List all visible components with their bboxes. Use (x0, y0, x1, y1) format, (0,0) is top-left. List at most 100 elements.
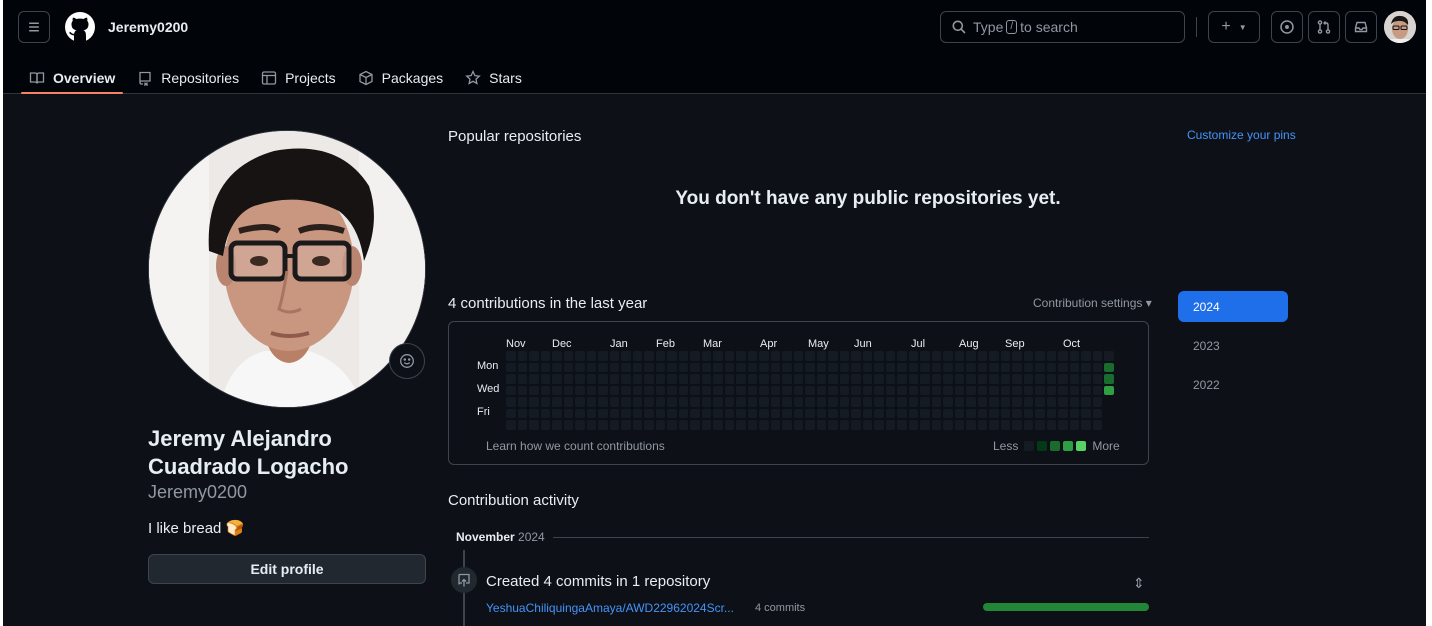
contribution-cell[interactable] (506, 374, 516, 384)
contribution-cell[interactable] (862, 397, 872, 407)
contribution-cell[interactable] (586, 420, 596, 430)
contribution-cell[interactable] (540, 374, 550, 384)
contribution-cell[interactable] (540, 397, 550, 407)
contribution-cell[interactable] (1092, 385, 1102, 395)
activity-commit-count[interactable]: 4 commits (755, 602, 805, 614)
contribution-cell[interactable] (747, 351, 757, 361)
contribution-cell[interactable] (621, 385, 631, 395)
contribution-cell[interactable] (713, 420, 723, 430)
contribution-cell[interactable] (1023, 362, 1033, 372)
contribution-cell[interactable] (1000, 351, 1010, 361)
contribution-cell[interactable] (1081, 420, 1091, 430)
contribution-cell[interactable] (759, 397, 769, 407)
contribution-cell[interactable] (828, 397, 838, 407)
contribution-cell[interactable] (770, 362, 780, 372)
contribution-cell[interactable] (1058, 408, 1068, 418)
contribution-cell[interactable] (667, 385, 677, 395)
contribution-cell[interactable] (897, 385, 907, 395)
contribution-cell[interactable] (874, 408, 884, 418)
contribution-settings-dropdown[interactable]: Contribution settings ▾ (1033, 296, 1152, 310)
contribution-cell[interactable] (920, 351, 930, 361)
contribution-cell[interactable] (747, 374, 757, 384)
contribution-cell[interactable] (1035, 397, 1045, 407)
contribution-cell[interactable] (529, 397, 539, 407)
contribution-cell[interactable] (989, 351, 999, 361)
contribution-cell[interactable] (632, 374, 642, 384)
contribution-cell[interactable] (943, 420, 953, 430)
header-username[interactable]: Jeremy0200 (108, 19, 188, 35)
contribution-cell[interactable] (529, 351, 539, 361)
contribution-cell[interactable] (701, 420, 711, 430)
contribution-cell[interactable] (954, 420, 964, 430)
contribution-cell[interactable] (885, 397, 895, 407)
contribution-cell[interactable] (966, 351, 976, 361)
contribution-cell[interactable] (897, 374, 907, 384)
contribution-cell[interactable] (1069, 374, 1079, 384)
contribution-cell[interactable] (1092, 408, 1102, 418)
contribution-cell[interactable] (552, 351, 562, 361)
contribution-cell[interactable] (851, 385, 861, 395)
contribution-cell[interactable] (1046, 420, 1056, 430)
contribution-cell[interactable] (736, 362, 746, 372)
contribution-cell[interactable] (885, 362, 895, 372)
contribution-cell[interactable] (1000, 385, 1010, 395)
contribution-cell[interactable] (885, 351, 895, 361)
contribution-cell[interactable] (862, 408, 872, 418)
contribution-cell[interactable] (736, 385, 746, 395)
contribution-cell[interactable] (621, 397, 631, 407)
contribution-cell[interactable] (770, 374, 780, 384)
contribution-cell[interactable] (517, 408, 527, 418)
contribution-cell[interactable] (667, 374, 677, 384)
contribution-cell[interactable] (782, 385, 792, 395)
contribution-cell[interactable] (839, 420, 849, 430)
contribution-cell[interactable] (862, 374, 872, 384)
contribution-cell[interactable] (1012, 420, 1022, 430)
contribution-cell[interactable] (540, 420, 550, 430)
contribution-cell[interactable] (552, 420, 562, 430)
contribution-cell[interactable] (885, 408, 895, 418)
contribution-cell[interactable] (1035, 374, 1045, 384)
contribution-cell[interactable] (920, 397, 930, 407)
contribution-cell[interactable] (759, 408, 769, 418)
user-avatar-menu[interactable] (1384, 11, 1416, 43)
contribution-cell[interactable] (782, 420, 792, 430)
contribution-cell[interactable] (1092, 351, 1102, 361)
contribution-cell[interactable] (1058, 374, 1068, 384)
contribution-cell[interactable] (632, 408, 642, 418)
contribution-cell[interactable] (908, 351, 918, 361)
activity-repo-link[interactable]: YeshuaChiliquingaAmaya/AWD22962024Scr... (486, 601, 734, 615)
contribution-cell[interactable] (713, 362, 723, 372)
contribution-cell[interactable] (782, 408, 792, 418)
contribution-cell[interactable] (1000, 408, 1010, 418)
contribution-cell[interactable] (977, 397, 987, 407)
contribution-cell[interactable] (1092, 397, 1102, 407)
issues-button[interactable] (1271, 11, 1303, 43)
contribution-cell[interactable] (1104, 362, 1114, 372)
contribution-cell[interactable] (517, 351, 527, 361)
contribution-cell[interactable] (851, 397, 861, 407)
contribution-cell[interactable] (586, 385, 596, 395)
contribution-cell[interactable] (954, 362, 964, 372)
contribution-cell[interactable] (1069, 385, 1079, 395)
contribution-cell[interactable] (816, 397, 826, 407)
contribution-cell[interactable] (989, 420, 999, 430)
contribution-cell[interactable] (1023, 351, 1033, 361)
contribution-cell[interactable] (736, 351, 746, 361)
contribution-cell[interactable] (816, 385, 826, 395)
contribution-cell[interactable] (563, 420, 573, 430)
contribution-cell[interactable] (954, 385, 964, 395)
contribution-cell[interactable] (1092, 420, 1102, 430)
contribution-cell[interactable] (966, 362, 976, 372)
contribution-cell[interactable] (954, 374, 964, 384)
contribution-cell[interactable] (713, 351, 723, 361)
contribution-cell[interactable] (644, 351, 654, 361)
contribution-cell[interactable] (1046, 362, 1056, 372)
contribution-cell[interactable] (747, 385, 757, 395)
contribution-cell[interactable] (575, 351, 585, 361)
contribution-cell[interactable] (770, 420, 780, 430)
contribution-cell[interactable] (943, 408, 953, 418)
contribution-cell[interactable] (839, 351, 849, 361)
contribution-cell[interactable] (874, 397, 884, 407)
contribution-cell[interactable] (644, 362, 654, 372)
contribution-cell[interactable] (517, 385, 527, 395)
